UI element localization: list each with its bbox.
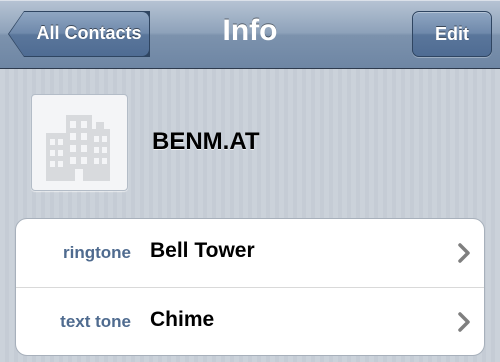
- contact-photo[interactable]: [31, 94, 128, 191]
- contact-name: BENM.AT: [152, 128, 260, 155]
- ringtone-label: ringtone: [63, 243, 131, 262]
- tones-group: ringtone Bell Tower text tone Chime: [15, 218, 485, 356]
- ringtone-value: Bell Tower: [150, 239, 255, 262]
- chevron-right-icon: [458, 312, 470, 332]
- edit-button[interactable]: Edit: [412, 11, 492, 57]
- building-icon: [46, 115, 110, 181]
- edit-button-label[interactable]: Edit: [413, 24, 491, 45]
- navigation-bar: All Contacts Info Edit: [0, 0, 500, 69]
- text-tone-row[interactable]: text tone Chime: [16, 288, 484, 355]
- chevron-right-icon: [458, 243, 470, 263]
- text-tone-label: text tone: [60, 312, 131, 331]
- text-tone-value: Chime: [150, 308, 215, 331]
- ringtone-row[interactable]: ringtone Bell Tower: [16, 219, 484, 287]
